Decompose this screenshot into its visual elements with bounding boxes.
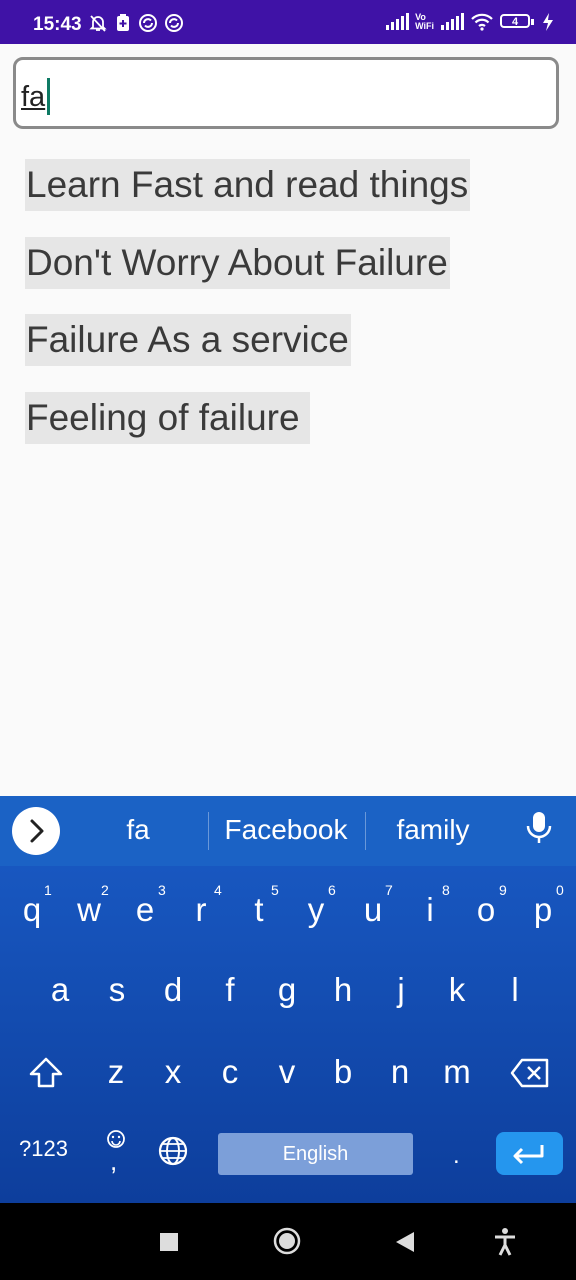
key-d[interactable]: d [153,971,193,1009]
suggestion-divider [365,812,366,850]
key-l[interactable]: l [495,971,535,1009]
sync-icon [138,13,158,33]
result-item[interactable]: Failure As a service [25,314,351,366]
vowifi-label-bottom: WiFi [415,21,434,31]
bell-off-icon [88,13,108,33]
suggestion-divider [208,812,209,850]
battery-icon: 4 [500,13,536,31]
key-v[interactable]: v [267,1053,307,1091]
key-c[interactable]: c [210,1053,250,1091]
key-hint: 2 [101,882,109,898]
result-item[interactable]: Feeling of failure [25,392,310,444]
key-g[interactable]: g [267,971,307,1009]
back-icon[interactable] [394,1230,416,1259]
key-x[interactable]: x [153,1053,193,1091]
key-hint: 7 [385,882,393,898]
enter-key[interactable] [496,1132,563,1175]
key-f[interactable]: f [210,971,250,1009]
keyboard-expand-button[interactable] [12,807,60,855]
key-hint: 9 [499,882,507,898]
home-icon[interactable] [272,1226,302,1261]
microphone-icon[interactable] [524,810,554,853]
vowifi-icon: Vo WiFi [415,13,434,31]
status-bar: 15:43 Vo WiFi 4 [0,0,576,44]
navigation-bar [0,1203,576,1280]
key-k[interactable]: k [437,971,477,1009]
key-h[interactable]: h [323,971,363,1009]
keyboard: q 1 w 2 e 3 r 4 t 5 y 6 u 7 i 8 o 9 p 0 … [0,866,576,1203]
key-hint: 3 [158,882,166,898]
battery-level: 4 [511,16,519,28]
suggestion-2[interactable]: Facebook [214,814,358,846]
key-b[interactable]: b [323,1053,363,1091]
key-hint: 4 [214,882,222,898]
key-s[interactable]: s [97,971,137,1009]
enter-icon [513,1145,544,1165]
globe-icon[interactable] [157,1135,189,1172]
symbols-key[interactable]: ?123 [19,1136,68,1162]
sync-icon-2 [164,13,184,33]
suggestion-3[interactable]: family [376,814,490,846]
result-item[interactable]: Learn Fast and read things [25,159,471,211]
status-time: 15:43 [33,14,82,35]
accessibility-icon[interactable] [493,1227,517,1262]
search-input[interactable]: fa [13,57,559,129]
search-input-value: fa [21,81,46,113]
signal-icon-2 [440,13,464,31]
backspace-icon[interactable] [510,1058,550,1093]
recents-icon[interactable] [159,1232,179,1257]
key-n[interactable]: n [380,1053,420,1091]
key-hint: 8 [442,882,450,898]
text-caret [47,78,50,115]
key-a[interactable]: a [40,971,80,1009]
shift-icon[interactable] [28,1056,64,1095]
key-j[interactable]: j [381,971,421,1009]
chevron-right-icon [30,819,44,843]
result-item[interactable]: Don't Worry About Failure [25,237,450,289]
battery-saver-icon [114,13,132,33]
keyboard-suggestion-bar: fa Facebook family [0,796,576,866]
key-hint: 0 [556,882,564,898]
key-z[interactable]: z [96,1053,136,1091]
key-m[interactable]: m [437,1053,477,1091]
key-hint: 5 [271,882,279,898]
comma-key[interactable]: , [110,1146,117,1177]
suggestion-1[interactable]: fa [88,814,188,846]
charging-icon [542,13,554,31]
key-hint: 6 [328,882,336,898]
period-key[interactable]: . [453,1142,460,1170]
signal-icon [385,13,410,31]
wifi-icon [470,13,494,31]
space-bar[interactable]: English [218,1133,413,1175]
key-hint: 1 [44,882,52,898]
